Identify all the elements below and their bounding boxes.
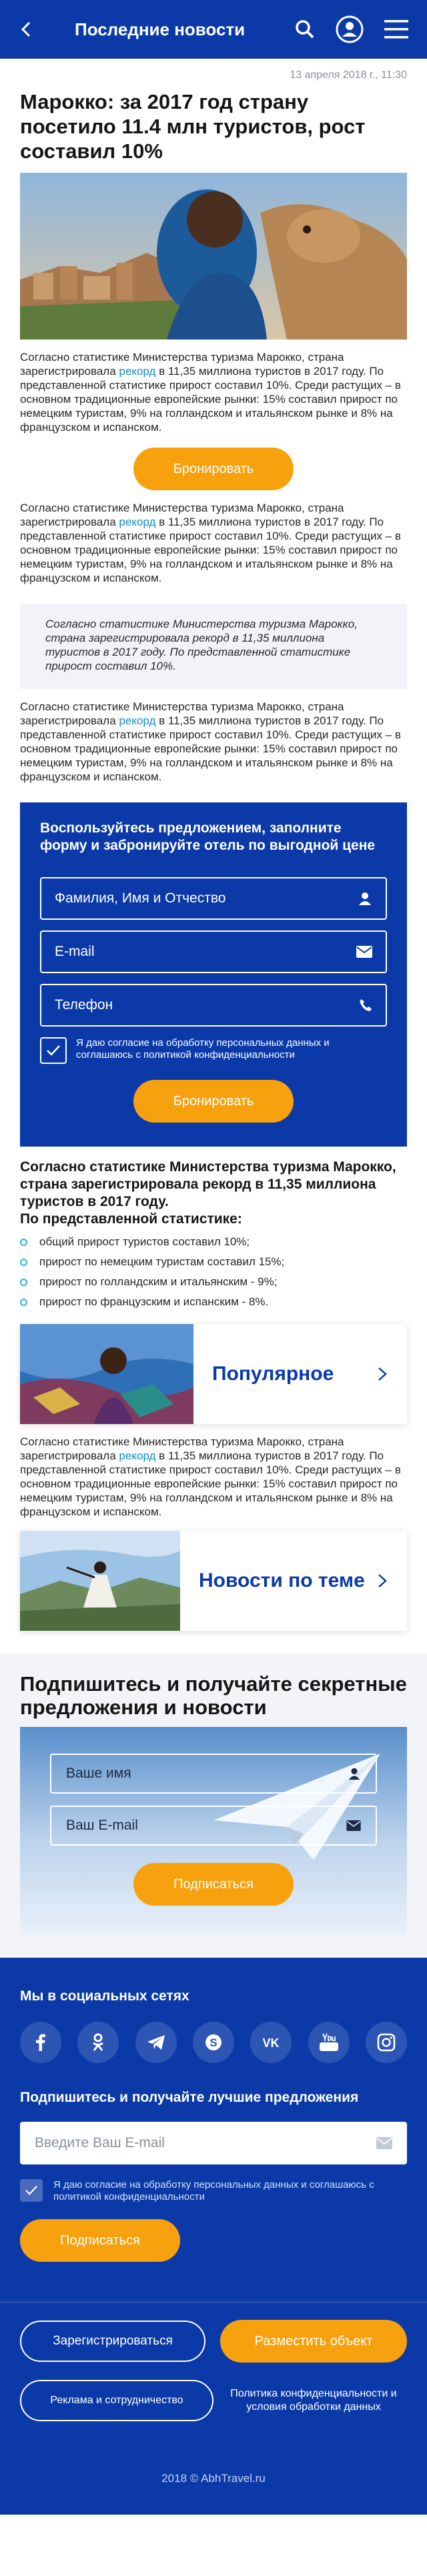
stats-title: Согласно статистике Министерства туризма… [20, 1159, 396, 1209]
envelope-icon [376, 2137, 392, 2149]
list-item: прирост по немецким туристам составил 15… [20, 1252, 407, 1272]
subscribe-form: Ваше имя Ваш E-mail Подписаться [20, 1727, 407, 1935]
consent-checkbox[interactable] [40, 1037, 67, 1064]
instagram-icon[interactable] [365, 2022, 407, 2063]
footer: Мы в социальных сетях S VK Подпишитесь и… [0, 1958, 427, 2515]
top-header: Последние новости [0, 0, 427, 59]
footer-consent-text: Я даю согласие на обработку персональных… [53, 2179, 374, 2202]
subscribe-button[interactable]: Подписаться [133, 1863, 294, 1906]
subscribe-section: Подпишитесь и получайте секретные предло… [0, 1654, 427, 1958]
footer-divider [0, 2302, 427, 2303]
bullet-icon [20, 1238, 27, 1246]
page: Последние новости 13 апреля 2018 г., 11:… [0, 0, 427, 2515]
stats-subtitle: По представленной статистике: [20, 1211, 242, 1227]
email-placeholder: Ваш E-mail [66, 1818, 138, 1833]
socials-title: Мы в социальных сетях [20, 1988, 189, 2004]
booking-form: Воспользуйтесь предложением, заполните ф… [20, 802, 407, 1147]
consent-text: Я даю согласие на обработку персональных… [76, 1037, 330, 1061]
list-item: прирост по французским и испанским - 8%. [20, 1292, 407, 1312]
bullet-icon [20, 1298, 27, 1306]
stats-block: Согласно статистике Министерства туризма… [0, 1147, 427, 1312]
user-icon [358, 891, 372, 906]
phone-field[interactable]: Телефон [40, 984, 387, 1027]
phone-placeholder: Телефон [55, 997, 113, 1013]
footer-email-field[interactable]: Введите Ваш E-mail [20, 2122, 407, 2164]
list-item-text: прирост по немецким туристам составил 15… [39, 1255, 285, 1268]
footer-consent-row: Я даю согласие на обработку персональных… [20, 2179, 407, 2203]
bullet-icon [20, 1278, 27, 1286]
footer-subscribe-title: Подпишитесь и получайте лучшие предложен… [20, 2090, 359, 2105]
article-paragraph-3: Согласно статистике Министерства туризма… [0, 689, 427, 784]
subscribe-title: Подпишитесь и получайте секретные предло… [20, 1672, 407, 1719]
record-link[interactable]: рекорд [119, 365, 155, 378]
checkmark-icon [25, 2186, 37, 2195]
svg-text:VK: VK [263, 2036, 280, 2049]
user-account-icon[interactable] [335, 15, 364, 44]
odnoklassniki-icon[interactable] [77, 2022, 119, 2063]
stats-list: общий прирост туристов составил 10%; при… [20, 1232, 407, 1312]
book-button[interactable]: Бронировать [133, 448, 294, 490]
article-paragraph-2: Согласно статистике Министерства туризма… [0, 490, 427, 585]
topic-news-card-label: Новости по теме [199, 1569, 365, 1591]
menu-burger-icon[interactable] [384, 20, 408, 39]
topic-news-card[interactable]: Новости по теме [20, 1531, 407, 1631]
list-item-text: прирост по французским и испанским - 8%. [39, 1295, 269, 1308]
consent-row: Я даю согласие на обработку персональных… [40, 1037, 387, 1064]
list-item-text: прирост по голландским и итальянским - 9… [39, 1275, 278, 1288]
article-paragraph-4: Согласно статистике Министерства туризма… [0, 1424, 427, 1519]
full-name-field[interactable]: Фамилия, Имя и Отчество [40, 877, 387, 920]
article-hero-image [20, 173, 407, 340]
email-placeholder: E-mail [55, 944, 95, 959]
envelope-icon [356, 946, 372, 958]
list-item-text: общий прирост туристов составил 10%; [39, 1235, 250, 1248]
subscribe-email-field[interactable]: Ваш E-mail [50, 1806, 377, 1846]
record-link[interactable]: рекорд [119, 1449, 155, 1462]
full-name-placeholder: Фамилия, Имя и Отчество [55, 890, 226, 906]
svg-text:S: S [209, 2036, 217, 2049]
skype-icon[interactable]: S [192, 2022, 234, 2063]
back-arrow-icon[interactable] [19, 21, 35, 37]
envelope-icon [346, 1820, 361, 1831]
chevron-right-icon [378, 1367, 387, 1381]
record-link[interactable]: рекорд [119, 714, 155, 727]
footer-consent-checkbox[interactable] [20, 2179, 43, 2202]
topic-news-card-image [20, 1531, 180, 1631]
social-links: S VK [20, 2022, 407, 2063]
footer-actions-row: Зарегистрироваться Разместить объект [20, 2320, 407, 2363]
footer-links-row: Реклама и сотрудничество Политика конфид… [20, 2380, 407, 2421]
search-icon[interactable] [295, 19, 315, 39]
footer-email-placeholder: Введите Ваш E-mail [35, 2135, 165, 2150]
youtube-icon[interactable] [308, 2022, 350, 2063]
place-object-button[interactable]: Разместить объект [220, 2320, 407, 2363]
subscribe-name-field[interactable]: Ваше имя [50, 1754, 377, 1794]
header-title: Последние новости [75, 19, 246, 39]
privacy-policy-link[interactable]: Политика конфиденциальности и условия об… [220, 2387, 407, 2414]
email-field[interactable]: E-mail [40, 930, 387, 973]
footer-subscribe-button[interactable]: Подписаться [20, 2219, 180, 2262]
bullet-icon [20, 1258, 27, 1266]
article-paragraph-1: Согласно статистике Министерства туризма… [0, 340, 427, 434]
popular-card[interactable]: Популярное [20, 1324, 407, 1424]
ads-button[interactable]: Реклама и сотрудничество [20, 2380, 214, 2421]
record-link[interactable]: рекорд [119, 516, 155, 528]
list-item: прирост по голландским и итальянским - 9… [20, 1272, 407, 1292]
article-title: Марокко: за 2017 год страну посетило 11.… [20, 90, 366, 163]
copyright: 2018 © AbhTravel.ru [161, 2472, 266, 2485]
telegram-icon[interactable] [135, 2022, 177, 2063]
article-quote: Согласно статистике Министерства туризма… [20, 604, 407, 689]
booking-submit-button[interactable]: Бронировать [133, 1080, 294, 1123]
popular-card-label: Популярное [212, 1363, 334, 1385]
list-item: общий прирост туристов составил 10%; [20, 1232, 407, 1252]
chevron-right-icon [378, 1573, 387, 1588]
vkontakte-icon[interactable]: VK [250, 2022, 292, 2063]
popular-card-image [20, 1324, 193, 1424]
phone-icon [359, 999, 372, 1012]
checkmark-icon [47, 1045, 60, 1056]
facebook-icon[interactable] [20, 2022, 61, 2063]
article-date: 13 апреля 2018 г., 11:30 [290, 69, 407, 81]
register-button[interactable]: Зарегистрироваться [20, 2321, 205, 2362]
name-placeholder: Ваше имя [66, 1766, 131, 1781]
user-icon [348, 1767, 361, 1780]
booking-form-title: Воспользуйтесь предложением, заполните ф… [40, 820, 376, 853]
